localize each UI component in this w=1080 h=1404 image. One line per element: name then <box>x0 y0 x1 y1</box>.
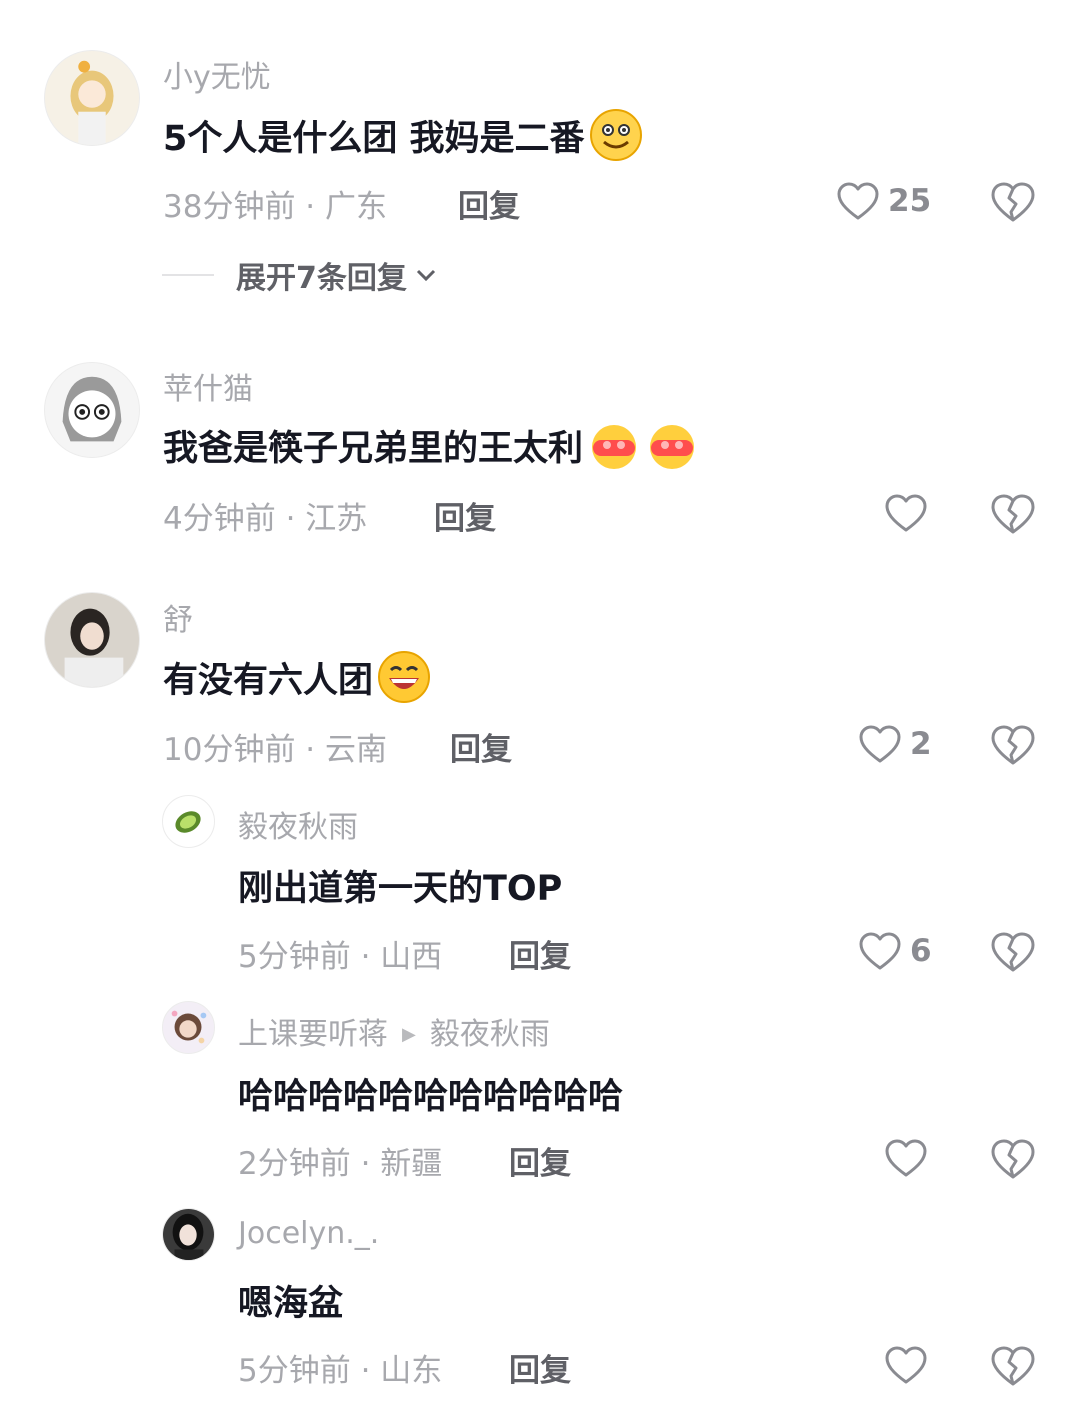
username[interactable]: Jocelyn._. <box>238 1216 379 1251</box>
like-count: 25 <box>888 183 932 219</box>
grin-emoji <box>377 650 431 704</box>
expand-replies-button[interactable]: 展开7条回复 <box>162 253 437 297</box>
username[interactable]: 毅夜秋雨 <box>238 802 358 846</box>
reply-button[interactable]: 回复 <box>450 724 512 769</box>
username[interactable]: 苹什猫 <box>163 364 253 408</box>
smile-emoji <box>589 108 643 162</box>
broken-heart-icon <box>991 182 1035 222</box>
avatar[interactable] <box>162 1001 215 1054</box>
heart-icon <box>885 494 927 532</box>
reply-text: 嗯海盆 <box>238 1275 343 1326</box>
divider <box>162 274 214 276</box>
reply-target[interactable]: 毅夜秋雨 <box>430 1017 550 1052</box>
reply-time-location: 2分钟前 · 新疆 <box>238 1146 443 1182</box>
avatar[interactable] <box>44 362 140 458</box>
dislike-button[interactable] <box>990 1345 1036 1387</box>
reply-text: 哈哈哈哈哈哈哈哈哈哈哈 <box>238 1068 623 1119</box>
like-count: 6 <box>910 933 932 969</box>
heart-icon <box>885 1139 927 1177</box>
comment-text: 我爸是筷子兄弟里的王太利 <box>163 418 699 472</box>
broken-heart-icon <box>991 1346 1035 1386</box>
reply-button[interactable]: 回复 <box>434 493 496 538</box>
dislike-button[interactable] <box>990 724 1036 766</box>
comment-time-location: 10分钟前 · 云南 <box>163 732 388 768</box>
like-button[interactable] <box>884 1345 936 1385</box>
avatar[interactable] <box>44 50 140 146</box>
avatar[interactable] <box>162 1208 215 1261</box>
reply-text: 刚出道第一天的TOP <box>238 860 562 911</box>
comment-text-content: 我爸是筷子兄弟里的王太利 <box>163 428 584 469</box>
broken-heart-icon <box>991 932 1035 972</box>
dislike-button[interactable] <box>990 931 1036 973</box>
reply-time-location: 5分钟前 · 山西 <box>238 939 443 975</box>
reply-time-location: 5分钟前 · 山东 <box>238 1353 443 1389</box>
like-button[interactable]: 6 <box>858 931 932 971</box>
dislike-button[interactable] <box>990 493 1036 535</box>
heart-icon <box>859 932 901 970</box>
avatar[interactable] <box>44 592 140 688</box>
comment-time-location: 4分钟前 · 江苏 <box>163 501 368 537</box>
dislike-button[interactable] <box>990 181 1036 223</box>
comment-text-content: 5个人是什么团 我妈是二番 <box>163 118 585 159</box>
reply-arrow-icon: ▶ <box>402 1024 416 1045</box>
like-button[interactable] <box>884 493 936 533</box>
broken-heart-icon <box>991 725 1035 765</box>
comment-text: 5个人是什么团 我妈是二番 <box>163 108 643 162</box>
username[interactable]: 上课要听蒋 ▶ 毅夜秋雨 <box>238 1009 550 1053</box>
like-count: 2 <box>910 726 932 762</box>
heart-icon <box>885 1346 927 1384</box>
fist-emoji <box>645 418 699 472</box>
dislike-button[interactable] <box>990 1138 1036 1180</box>
broken-heart-icon <box>991 494 1035 534</box>
heart-icon <box>837 182 879 220</box>
reply-text-content: 嗯海盆 <box>238 1284 344 1324</box>
expand-replies-label: 展开7条回复 <box>236 261 407 296</box>
reply-author[interactable]: 上课要听蒋 <box>238 1017 388 1052</box>
username[interactable]: 舒 <box>163 595 193 639</box>
username[interactable]: 小y无忧 <box>163 52 271 96</box>
reply-text-content: 刚出道第一天的TOP <box>238 869 563 909</box>
reply-button[interactable]: 回复 <box>458 181 520 226</box>
comment-time-location: 38分钟前 · 广东 <box>163 189 388 225</box>
fist-emoji <box>587 418 641 472</box>
avatar[interactable] <box>162 795 215 848</box>
broken-heart-icon <box>991 1139 1035 1179</box>
heart-icon <box>859 725 901 763</box>
like-button[interactable]: 25 <box>836 181 931 221</box>
like-button[interactable]: 2 <box>858 724 932 764</box>
reply-button[interactable]: 回复 <box>509 931 571 976</box>
comment-text-content: 有没有六人团 <box>163 660 374 701</box>
reply-button[interactable]: 回复 <box>509 1345 571 1390</box>
reply-text-content: 哈哈哈哈哈哈哈哈哈哈哈 <box>238 1077 624 1117</box>
like-button[interactable] <box>884 1138 936 1178</box>
reply-button[interactable]: 回复 <box>509 1138 571 1183</box>
chevron-down-icon <box>416 269 435 282</box>
comment-text: 有没有六人团 <box>163 650 431 704</box>
